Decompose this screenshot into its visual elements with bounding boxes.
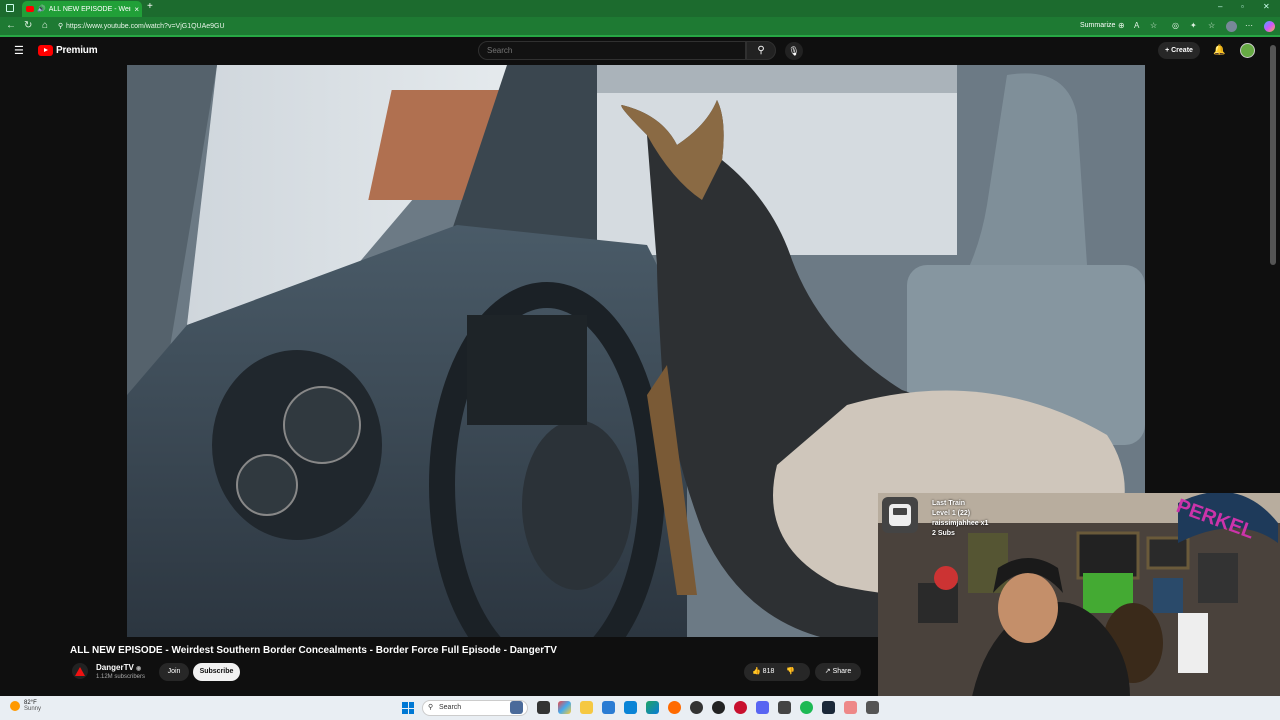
browser-tab-active[interactable]: 🔊 ALL NEW EPISODE - Weirdest ×: [22, 1, 142, 17]
terminal-icon[interactable]: [778, 701, 791, 714]
hype-train-level: Level 1 (22): [932, 510, 971, 517]
hype-train-title: Last Train: [932, 500, 966, 507]
extension-icon[interactable]: ⊕: [1118, 21, 1125, 31]
close-window-icon[interactable]: ✕: [1263, 2, 1270, 11]
search-input[interactable]: [478, 41, 746, 60]
steam-icon[interactable]: [822, 701, 835, 714]
youtube-logo[interactable]: Premium: [38, 45, 98, 56]
github-icon[interactable]: [690, 701, 703, 714]
like-dislike-group: 👍 818 👎: [744, 663, 810, 681]
task-view-icon[interactable]: [537, 701, 550, 714]
webcam-feed: PERKEL: [878, 493, 1280, 720]
like-button[interactable]: 👍 818: [752, 668, 774, 675]
minimize-icon[interactable]: –: [1218, 2, 1222, 11]
share-icon: ↗: [824, 668, 833, 675]
weather-condition: Sunny: [24, 706, 42, 712]
summarize-button[interactable]: Summarize: [1080, 22, 1115, 29]
youtube-favicon-icon: [26, 6, 34, 12]
new-tab-icon[interactable]: +: [147, 1, 153, 12]
sync-icon[interactable]: ◎: [1172, 21, 1179, 31]
address-bar: ← ↻ ⌂ ⚲ https://www.youtube.com/watch?v=…: [0, 17, 1280, 37]
outlook-icon[interactable]: [624, 701, 637, 714]
webcam-overlay: PERKEL Last Train Level 1 (22) raissimja…: [878, 493, 1280, 720]
extensions-puzzle-icon[interactable]: ✦: [1190, 21, 1197, 31]
file-explorer-icon[interactable]: [580, 701, 593, 714]
subscribe-button[interactable]: Subscribe: [193, 663, 240, 681]
video-title: ALL NEW EPISODE - Weirdest Southern Bord…: [70, 645, 557, 656]
thumbs-up-icon: 👍: [752, 668, 763, 675]
start-button[interactable]: [402, 702, 414, 714]
channel-name[interactable]: DangerTV ◉: [96, 663, 141, 672]
voice-search-button[interactable]: 🎙: [785, 42, 803, 60]
tab-actions-icon[interactable]: [6, 4, 14, 12]
obs-icon[interactable]: [712, 701, 725, 714]
logo-text: Premium: [56, 45, 98, 56]
mail-icon[interactable]: [602, 701, 615, 714]
search-icon: ⚲: [428, 704, 434, 711]
url-field[interactable]: https://www.youtube.com/watch?v=VjG1QUAe…: [66, 20, 1066, 34]
close-tab-icon[interactable]: ×: [134, 5, 142, 14]
favorite-star-icon[interactable]: ☆: [1150, 21, 1157, 31]
join-button[interactable]: Join: [159, 663, 189, 681]
sunny-weather-icon: [10, 701, 20, 711]
edge-browser-icon[interactable]: [646, 701, 659, 714]
maximize-icon[interactable]: ▫: [1241, 2, 1244, 11]
channel-avatar[interactable]: [72, 663, 88, 679]
thumbs-down-icon: 👎: [786, 668, 796, 675]
hamburger-menu-icon[interactable]: ☰: [14, 44, 24, 57]
refresh-icon[interactable]: ↻: [24, 21, 32, 31]
home-icon[interactable]: ⌂: [42, 21, 48, 31]
pin-app-icon[interactable]: [844, 701, 857, 714]
reader-icon[interactable]: A: [1134, 21, 1139, 31]
youtube-play-icon: [38, 45, 53, 56]
browser-title-bar: 🔊 ALL NEW EPISODE - Weirdest × + – ▫ ✕: [0, 0, 1280, 17]
share-button[interactable]: ↗ Share: [815, 663, 861, 681]
copilot-app-icon[interactable]: [558, 701, 571, 714]
subscriber-count: 1.12M subscribers: [96, 674, 146, 680]
account-avatar[interactable]: [1240, 43, 1255, 58]
like-count: 818: [762, 668, 775, 675]
create-label: Create: [1171, 47, 1193, 54]
firefox-icon[interactable]: [668, 701, 681, 714]
more-menu-icon[interactable]: ⋯: [1245, 21, 1253, 31]
spotify-icon[interactable]: [800, 701, 813, 714]
favorites-icon[interactable]: ☆: [1208, 21, 1215, 31]
search-highlight-icon[interactable]: [510, 701, 523, 714]
back-icon[interactable]: ←: [6, 21, 16, 31]
site-info-icon[interactable]: ⚲: [58, 22, 63, 30]
create-button[interactable]: + Create: [1158, 42, 1200, 59]
tab-title: ALL NEW EPISODE - Weirdest: [48, 5, 132, 13]
weather-widget[interactable]: 82°F Sunny: [10, 700, 41, 712]
notifications-bell-icon[interactable]: 🔔: [1213, 45, 1225, 56]
search-icon: ⚲: [757, 45, 765, 56]
audio-playing-icon[interactable]: 🔊: [37, 5, 46, 13]
verified-icon: ◉: [136, 666, 142, 672]
dislike-button[interactable]: 👎: [786, 668, 795, 675]
record-icon[interactable]: [734, 701, 747, 714]
search-button[interactable]: ⚲: [746, 41, 776, 60]
app-icon[interactable]: [866, 701, 879, 714]
hype-train-contributor: raissimjahhee x1: [932, 520, 989, 527]
copilot-icon[interactable]: [1264, 21, 1275, 32]
page-scrollbar[interactable]: [1270, 45, 1276, 265]
profile-avatar-icon[interactable]: [1226, 21, 1237, 32]
youtube-header: ☰ Premium ⚲ 🎙 + Create 🔔: [0, 37, 1280, 65]
discord-icon[interactable]: [756, 701, 769, 714]
hype-train-subs: 2 Subs: [932, 530, 955, 537]
windows-taskbar: 82°F Sunny ⚲ Search: [0, 696, 1280, 720]
microphone-icon: 🎙: [788, 46, 800, 56]
share-label: Share: [832, 668, 852, 675]
train-icon: [882, 497, 918, 533]
